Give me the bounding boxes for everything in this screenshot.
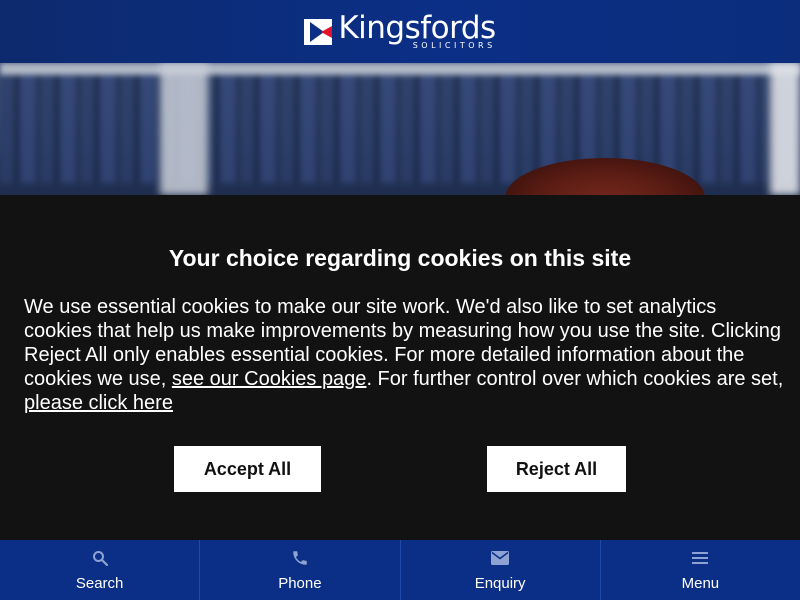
cookies-page-link[interactable]: see our Cookies page (172, 368, 367, 390)
bottom-nav: Search Phone Enquiry Menu (0, 540, 800, 600)
nav-menu-label: Menu (681, 574, 720, 592)
accept-all-button[interactable]: Accept All (174, 446, 321, 492)
logo-subtitle: SOLICITORS (412, 41, 496, 50)
cookie-banner: Your choice regarding cookies on this si… (0, 195, 800, 540)
phone-icon (291, 549, 309, 567)
site-header: Kingsfords SOLICITORS (0, 0, 800, 63)
nav-search-label: Search (75, 574, 124, 592)
cookie-title: Your choice regarding cookies on this si… (168, 245, 632, 271)
nav-search[interactable]: Search (0, 540, 201, 600)
logo-name: Kingsfords (338, 10, 496, 46)
cookie-description: We use essential cookies to make our sit… (24, 295, 784, 415)
nav-menu[interactable]: Menu (601, 540, 800, 600)
menu-icon (691, 549, 709, 567)
search-icon (91, 549, 109, 567)
click-here-link[interactable]: please click here (24, 392, 173, 414)
nav-enquiry[interactable]: Enquiry (401, 540, 601, 600)
reject-all-button[interactable]: Reject All (487, 446, 626, 492)
kingsfords-logo[interactable]: Kingsfords SOLICITORS (304, 10, 496, 50)
logo-mark-icon (304, 18, 334, 46)
cookie-text-part2: . For further control over which cookies… (366, 368, 784, 390)
nav-phone-label: Phone (278, 574, 322, 592)
hero-image (0, 63, 800, 195)
nav-phone[interactable]: Phone (200, 540, 401, 600)
nav-enquiry-label: Enquiry (474, 574, 526, 592)
mail-icon (491, 549, 510, 567)
